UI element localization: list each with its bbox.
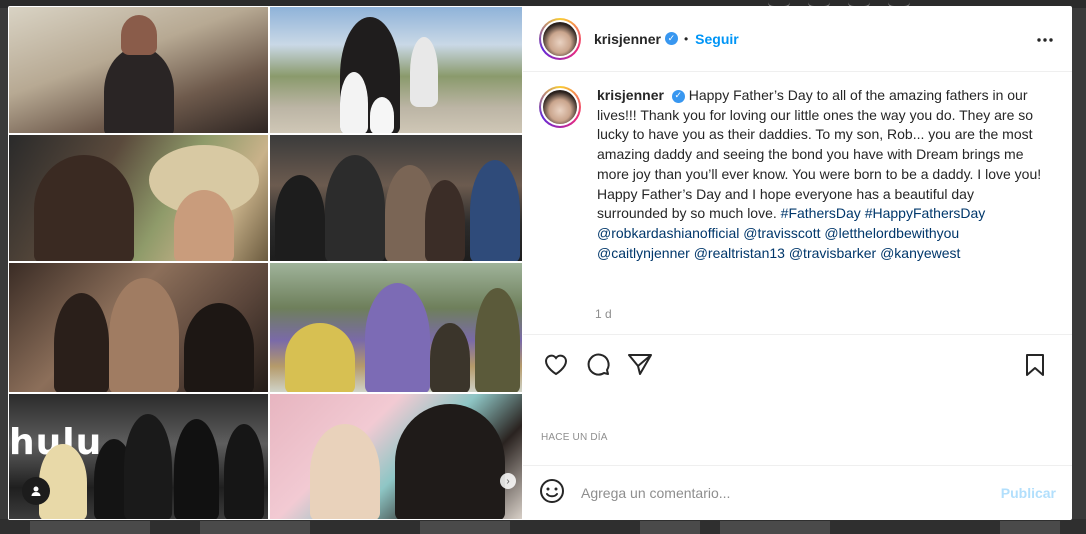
photo-tile bbox=[269, 6, 523, 134]
photo-tile bbox=[8, 262, 269, 393]
separator-dot: • bbox=[683, 31, 689, 46]
post-media-collage[interactable]: hulu › bbox=[8, 6, 523, 520]
add-comment-bar: Publicar bbox=[523, 465, 1072, 520]
comment-icon[interactable] bbox=[581, 347, 615, 381]
follow-button[interactable]: Seguir bbox=[695, 31, 739, 47]
photo-tile bbox=[269, 262, 523, 393]
publish-button[interactable]: Publicar bbox=[1001, 485, 1056, 501]
caption-avatar[interactable] bbox=[539, 86, 581, 128]
post-sidebar: krisjenner ✓ • Seguir krisjenner ✓ Happy… bbox=[523, 6, 1072, 520]
photo-tile bbox=[8, 6, 269, 134]
bookmark-icon[interactable] bbox=[1018, 348, 1052, 382]
photo-tile: hulu bbox=[8, 393, 269, 520]
username-link[interactable]: krisjenner bbox=[594, 31, 661, 47]
next-arrow-icon[interactable]: › bbox=[500, 473, 516, 489]
comment-input[interactable] bbox=[581, 485, 981, 501]
backdrop-bottom bbox=[0, 519, 1086, 534]
share-icon[interactable] bbox=[623, 347, 657, 381]
user-tag-icon[interactable] bbox=[22, 477, 50, 505]
caption-username[interactable]: krisjenner bbox=[597, 87, 664, 103]
more-icon[interactable] bbox=[1036, 28, 1054, 46]
post-date[interactable]: HACE UN DÍA bbox=[541, 432, 608, 443]
post-header: krisjenner ✓ • Seguir bbox=[523, 6, 1072, 72]
verified-badge-icon: ✓ bbox=[671, 89, 685, 103]
heart-icon[interactable] bbox=[539, 347, 573, 381]
verified-badge-icon: ✓ bbox=[664, 32, 678, 45]
post-modal: hulu › krisjenner ✓ • Seguir krisjenner … bbox=[8, 6, 1072, 520]
action-bar bbox=[523, 335, 1072, 393]
caption: krisjenner ✓ Happy Father’s Day to all o… bbox=[523, 72, 1072, 263]
photo-tile bbox=[269, 134, 523, 262]
photo-tile bbox=[8, 134, 269, 262]
photo-tile: › bbox=[269, 393, 523, 520]
comment-time[interactable]: 1 d bbox=[595, 307, 612, 321]
emoji-icon[interactable] bbox=[539, 478, 565, 509]
caption-body: Happy Father’s Day to all of the amazing… bbox=[597, 87, 1042, 222]
comments-area[interactable]: krisjenner ✓ Happy Father’s Day to all o… bbox=[523, 72, 1072, 335]
avatar[interactable] bbox=[539, 17, 581, 60]
caption-text: krisjenner ✓ Happy Father’s Day to all o… bbox=[597, 86, 1047, 263]
